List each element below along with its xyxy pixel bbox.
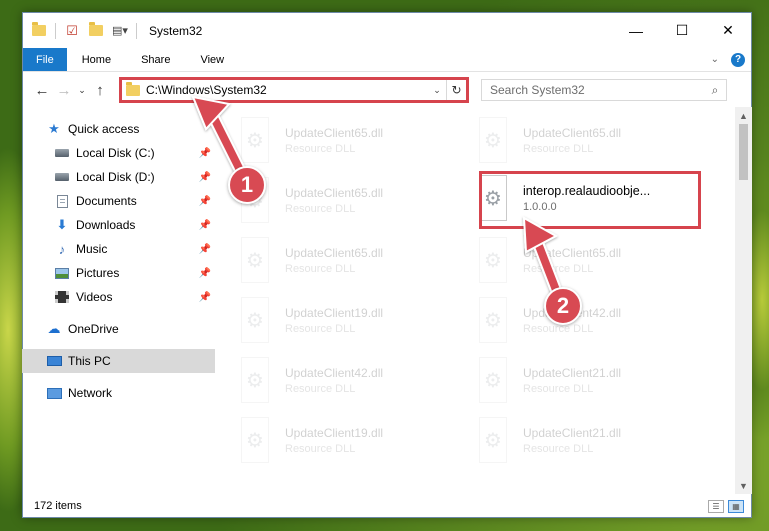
file-type: Resource DLL (285, 442, 356, 455)
file-tile[interactable]: ⚙ UpdateClient65.dll Resource DLL (237, 233, 467, 287)
dll-file-icon: ⚙ (237, 417, 273, 463)
navigation-pane: ★ Quick access Local Disk (C:) 📌 Local D… (22, 107, 215, 494)
file-tile[interactable]: ⚙ UpdateClient65.dll Resource DLL (475, 113, 705, 167)
file-name: UpdateClient19.dll (285, 425, 384, 440)
file-type: Resource DLL (523, 322, 594, 335)
film-strip-icon (54, 290, 70, 304)
file-type: Resource DLL (523, 142, 594, 155)
nav-label: Music (76, 242, 108, 256)
disk-drive-icon (54, 146, 70, 160)
dll-file-icon: ⚙ (237, 117, 273, 163)
network-icon (46, 386, 62, 400)
nav-local-disk-d[interactable]: Local Disk (D:) 📌 (22, 165, 215, 189)
file-type: Resource DLL (523, 262, 594, 275)
nav-label: Documents (76, 194, 137, 208)
nav-music[interactable]: ♪ Music 📌 (22, 237, 215, 261)
scroll-up-icon[interactable]: ▲ (735, 107, 752, 124)
file-name: UpdateClient65.dll (285, 125, 384, 140)
pin-icon[interactable]: 📌 (199, 244, 211, 255)
file-name: UpdateClient19.dll (285, 305, 384, 320)
nav-local-disk-c[interactable]: Local Disk (C:) 📌 (22, 141, 215, 165)
vertical-scrollbar[interactable]: ▲ ▼ (735, 107, 752, 494)
file-tile[interactable]: ⚙ UpdateClient21.dll Resource DLL (475, 353, 705, 407)
file-tile[interactable]: ⚙ UpdateClient65.dll Resource DLL (475, 233, 705, 287)
file-tile[interactable]: ⚙ UpdateClient42.dll Resource DLL (475, 293, 705, 347)
file-type: Resource DLL (285, 262, 356, 275)
nav-label: Downloads (76, 218, 136, 232)
file-tile[interactable]: ⚙ UpdateClient21.dll Resource DLL (475, 413, 705, 467)
nav-pictures[interactable]: Pictures 📌 (22, 261, 215, 285)
pin-icon[interactable]: 📌 (199, 196, 211, 207)
nav-label: Quick access (68, 122, 140, 136)
dll-file-icon: ⚙ (237, 297, 273, 343)
computer-icon (46, 354, 62, 368)
file-type: Resource DLL (285, 382, 356, 395)
file-type: Resource DLL (285, 202, 356, 215)
dll-file-icon: ⚙ (237, 357, 273, 403)
pin-icon[interactable]: 📌 (199, 172, 211, 183)
file-type: Resource DLL (523, 442, 594, 455)
dll-file-icon: ⚙ (237, 237, 273, 283)
nav-label: Local Disk (C:) (76, 146, 155, 160)
file-name: UpdateClient65.dll (285, 245, 384, 260)
dll-file-icon: ⚙ (475, 357, 511, 403)
file-name: UpdateClient65.dll (523, 245, 622, 260)
file-name: UpdateClient21.dll (523, 425, 622, 440)
file-type: Resource DLL (285, 142, 356, 155)
nav-documents[interactable]: Documents 📌 (22, 189, 215, 213)
dll-file-icon: ⚙ (237, 177, 273, 223)
star-icon: ★ (48, 121, 60, 136)
file-name: UpdateClient21.dll (523, 365, 622, 380)
document-icon (54, 194, 70, 208)
highlight-box (479, 171, 701, 229)
download-arrow-icon: ⬇ (56, 217, 68, 232)
nav-quick-access[interactable]: ★ Quick access (22, 117, 215, 141)
scroll-down-icon[interactable]: ▼ (735, 477, 752, 494)
cloud-icon: ☁ (47, 321, 61, 336)
nav-label: OneDrive (68, 322, 119, 336)
status-bar: 172 items ☰ ▦ (22, 494, 752, 518)
pin-icon[interactable]: 📌 (199, 220, 211, 231)
file-tile[interactable]: ⚙ UpdateClient19.dll Resource DLL (237, 293, 467, 347)
file-type: Resource DLL (285, 322, 356, 335)
file-tile[interactable]: ⚙ UpdateClient65.dll Resource DLL (237, 173, 467, 227)
tiles-view-icon[interactable]: ▦ (728, 499, 744, 513)
item-count: 172 items (34, 500, 82, 512)
dll-file-icon: ⚙ (475, 417, 511, 463)
main-area: ★ Quick access Local Disk (C:) 📌 Local D… (22, 107, 752, 494)
file-tile[interactable]: ⚙ UpdateClient65.dll Resource DLL (237, 113, 467, 167)
nav-label: Videos (76, 290, 113, 304)
dll-file-icon: ⚙ (475, 237, 511, 283)
nav-onedrive[interactable]: ☁ OneDrive (22, 317, 215, 341)
picture-icon (54, 266, 70, 280)
nav-label: Pictures (76, 266, 120, 280)
window-body: ★ Quick access Local Disk (C:) 📌 Local D… (22, 12, 752, 518)
nav-videos[interactable]: Videos 📌 (22, 285, 215, 309)
file-name: UpdateClient42.dll (523, 305, 622, 320)
nav-label: Local Disk (D:) (76, 170, 155, 184)
file-type: Resource DLL (523, 382, 594, 395)
file-name: UpdateClient65.dll (285, 185, 384, 200)
file-list: ⚙ UpdateClient65.dll Resource DLL ⚙ Updat… (215, 107, 752, 494)
nav-network[interactable]: Network (22, 381, 215, 405)
details-view-icon[interactable]: ☰ (708, 499, 724, 513)
scroll-thumb[interactable] (739, 124, 748, 180)
nav-label: Network (68, 386, 113, 400)
pin-icon[interactable]: 📌 (199, 148, 211, 159)
file-name: UpdateClient65.dll (523, 125, 622, 140)
nav-label: This PC (68, 354, 111, 368)
dll-file-icon: ⚙ (475, 297, 511, 343)
file-tile[interactable]: ⚙ UpdateClient19.dll Resource DLL (237, 413, 467, 467)
nav-downloads[interactable]: ⬇ Downloads 📌 (22, 213, 215, 237)
file-name: UpdateClient42.dll (285, 365, 384, 380)
dll-file-icon: ⚙ (475, 117, 511, 163)
disk-drive-icon (54, 170, 70, 184)
file-tile[interactable]: ⚙ UpdateClient42.dll Resource DLL (237, 353, 467, 407)
music-note-icon: ♪ (58, 241, 66, 257)
nav-this-pc[interactable]: This PC (22, 349, 215, 373)
pin-icon[interactable]: 📌 (199, 268, 211, 279)
pin-icon[interactable]: 📌 (199, 292, 211, 303)
